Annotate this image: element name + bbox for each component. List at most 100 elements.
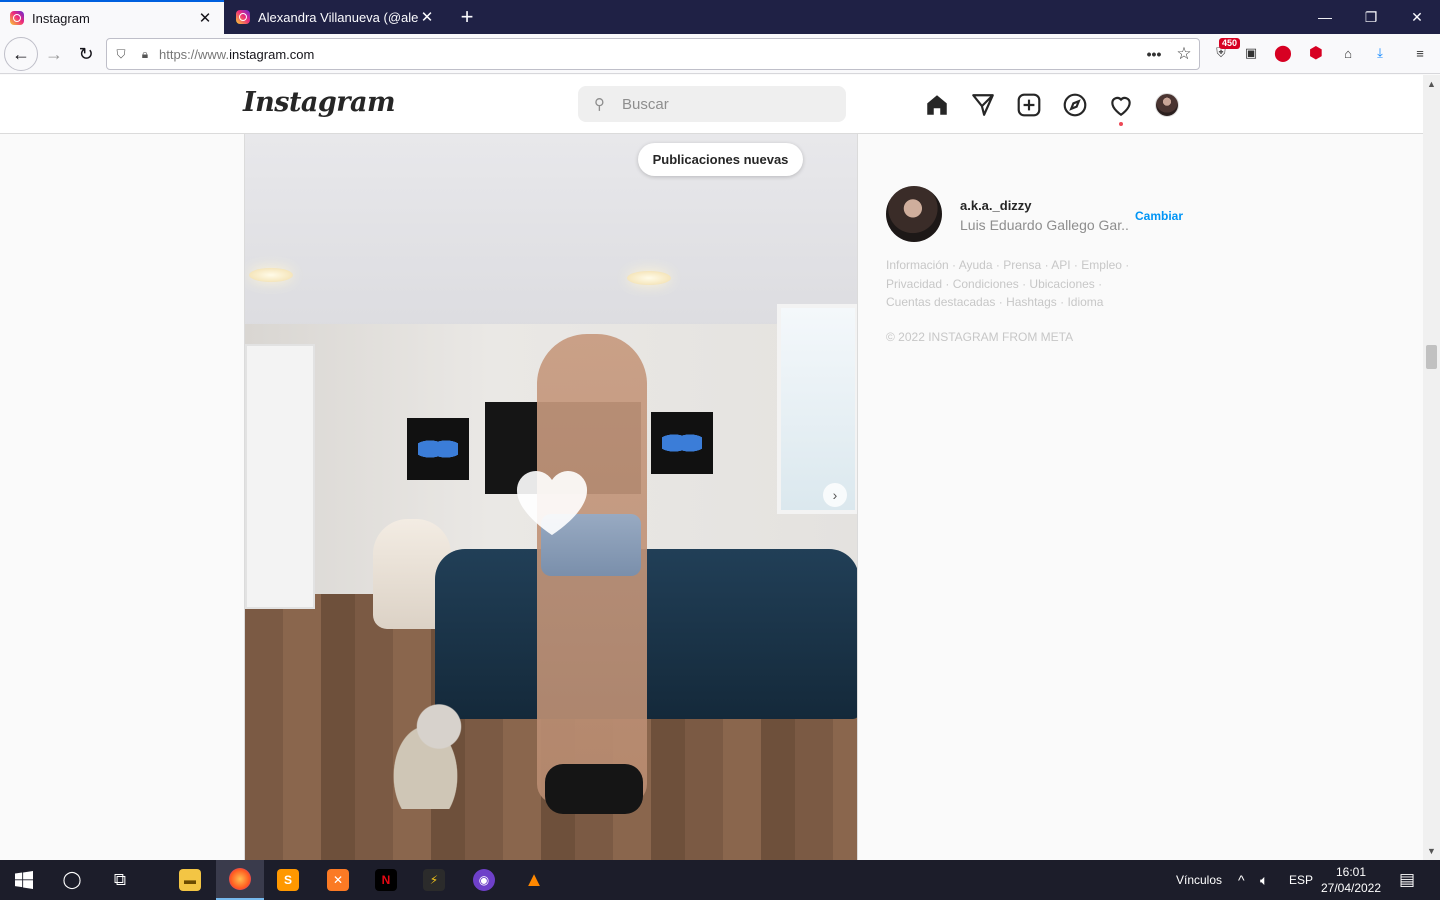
tab-title: Alexandra Villanueva (@alemiz — [258, 9, 418, 25]
switch-account-link[interactable]: Cambiar — [1135, 209, 1183, 223]
tracking-shield-icon[interactable]: ⛉ — [107, 47, 135, 62]
sidebar-profile-picture[interactable] — [886, 186, 942, 242]
instagram-favicon-icon — [236, 10, 250, 24]
lock-icon[interactable]: 🔒︎ — [135, 47, 155, 62]
volume-icon[interactable]: 🔈︎ — [1260, 860, 1268, 900]
activity-heart-icon[interactable] — [1108, 92, 1134, 126]
extension-adblock-counter-icon[interactable]: ⛨ 450 — [1210, 38, 1240, 64]
extension-abp-icon[interactable]: ⬢ — [1305, 42, 1327, 64]
close-window-button[interactable]: ✕ — [1394, 0, 1440, 34]
footer-links: Información · Ayuda · Prensa · API · Emp… — [886, 258, 1130, 309]
instagram-header: Instagram ⚲ Buscar — [0, 75, 1423, 134]
minimize-window-button[interactable]: — — [1302, 0, 1348, 34]
input-language-indicator[interactable]: ESP — [1289, 860, 1313, 900]
new-post-icon[interactable] — [1016, 92, 1042, 118]
links-toolbar-label[interactable]: Vínculos — [1176, 860, 1222, 900]
clock-time: 16:01 — [1335, 865, 1367, 879]
hamburger-menu-icon[interactable]: ≡ — [1409, 42, 1431, 64]
butterfly-frame — [651, 412, 713, 474]
restore-window-button[interactable]: ❐ — [1348, 0, 1394, 34]
reload-button[interactable]: ↻ — [70, 38, 102, 70]
ceiling-lamp — [249, 268, 293, 282]
windows-taskbar: ◯ ⧉ ▬ S ✕ N ⚡ ◉ ▲ Vínculos ^ 🔈︎ ESP 16:0… — [0, 860, 1440, 900]
search-input[interactable]: ⚲ Buscar — [578, 86, 846, 122]
double-tap-like-heart-icon — [510, 461, 594, 539]
scroll-up-arrow-icon[interactable]: ▲ — [1423, 77, 1440, 91]
address-bar[interactable]: ⛉ 🔒︎ https://www.instagram.com ••• ☆ — [106, 38, 1200, 70]
tab-alexandra-profile[interactable]: Alexandra Villanueva (@alemiz ✕ — [226, 0, 446, 34]
copyright-text: © 2022 INSTAGRAM FROM META — [886, 330, 1074, 344]
back-button[interactable]: ← — [4, 37, 38, 71]
home-icon[interactable] — [924, 92, 950, 118]
direct-message-icon[interactable] — [970, 92, 996, 118]
butterfly-frame — [407, 418, 469, 480]
search-icon: ⚲ — [594, 96, 605, 113]
next-slide-chevron-icon[interactable]: › — [823, 483, 847, 507]
tab-instagram[interactable]: Instagram ✕ — [0, 0, 224, 34]
ceiling-lamp — [627, 271, 671, 285]
downloads-icon[interactable]: ⤓ — [1369, 42, 1391, 64]
task-view-icon[interactable]: ⧉ — [96, 860, 144, 900]
windows-start-icon[interactable] — [0, 860, 48, 900]
cortana-search-icon[interactable]: ◯ — [48, 860, 96, 900]
footer-link-hashtags[interactable]: Hashtags — [1006, 295, 1057, 309]
tab-title: Instagram — [32, 10, 90, 26]
browser-navigation-bar: ← → ↻ ⛉ 🔒︎ https://www.instagram.com •••… — [0, 34, 1440, 74]
footer-link-press[interactable]: Prensa — [1003, 258, 1041, 272]
footer-link-terms[interactable]: Condiciones — [953, 277, 1019, 291]
vlc-icon[interactable]: ▲ — [510, 860, 558, 900]
footer-link-help[interactable]: Ayuda — [959, 258, 993, 272]
notification-dot — [1119, 122, 1123, 126]
photo-person-shoes — [545, 764, 643, 814]
page-scrollbar[interactable]: ▲ ▼ — [1423, 75, 1440, 860]
url-host: instagram.com — [229, 46, 315, 62]
footer-link-privacy[interactable]: Privacidad — [886, 277, 942, 291]
photo-door — [245, 344, 315, 609]
new-tab-button[interactable]: + — [454, 4, 480, 30]
close-tab-icon[interactable]: ✕ — [196, 9, 214, 27]
url-scheme: https://www. — [159, 46, 230, 62]
file-explorer-icon[interactable]: ▬ — [166, 860, 214, 900]
butterfly-icon — [662, 428, 702, 458]
post-photo[interactable]: › — [244, 134, 858, 860]
extension-download-helper-icon[interactable]: ▣ — [1240, 42, 1262, 64]
home-icon[interactable]: ⌂ — [1337, 42, 1359, 64]
instagram-favicon-icon — [10, 11, 24, 25]
github-desktop-icon[interactable]: ◉ — [460, 860, 508, 900]
scroll-down-arrow-icon[interactable]: ▼ — [1423, 844, 1440, 858]
photo-dog — [385, 699, 475, 809]
butterfly-icon — [418, 434, 458, 464]
footer-link-info[interactable]: Información — [886, 258, 949, 272]
sidebar-full-name: Luis Eduardo Gallego Gar... — [960, 217, 1128, 233]
close-tab-icon[interactable]: ✕ — [418, 8, 436, 26]
xampp-icon[interactable]: ✕ — [314, 860, 362, 900]
show-hidden-icons-chevron-icon[interactable]: ^ — [1238, 860, 1245, 900]
forward-button[interactable]: → — [38, 38, 70, 70]
browser-tab-strip: Instagram ✕ Alexandra Villanueva (@alemi… — [0, 0, 1440, 34]
scrollbar-thumb[interactable] — [1426, 345, 1437, 369]
footer-link-locations[interactable]: Ubicaciones — [1029, 277, 1094, 291]
page-actions-menu-icon[interactable]: ••• — [1139, 46, 1169, 62]
firefox-taskbar-icon[interactable] — [216, 860, 264, 900]
clock-date: 27/04/2022 — [1320, 881, 1382, 895]
footer-link-api[interactable]: API — [1051, 258, 1070, 272]
taskbar-clock[interactable]: 16:01 27/04/2022 — [1318, 864, 1384, 896]
new-posts-button[interactable]: Publicaciones nuevas — [638, 143, 803, 176]
action-center-icon[interactable]: ▤ — [1384, 860, 1430, 900]
extension-badge: 450 — [1218, 38, 1240, 49]
instagram-logo[interactable]: Instagram — [243, 87, 396, 118]
profile-avatar-button[interactable] — [1155, 93, 1179, 117]
sidebar-username[interactable]: a.k.a._dizzy — [960, 198, 1032, 213]
footer-link-top-accounts[interactable]: Cuentas destacadas — [886, 295, 995, 309]
footer-link-language[interactable]: Idioma — [1067, 295, 1103, 309]
photo-window — [777, 304, 857, 514]
search-placeholder: Buscar — [622, 95, 669, 113]
sublime-text-icon[interactable]: S — [264, 860, 312, 900]
extension-opera-icon[interactable]: ⬤ — [1272, 42, 1294, 64]
bookmark-star-icon[interactable]: ☆ — [1169, 44, 1199, 64]
netflix-icon[interactable]: N — [362, 860, 410, 900]
winamp-icon[interactable]: ⚡ — [410, 860, 458, 900]
url-text[interactable]: https://www.instagram.com — [155, 47, 1139, 62]
explore-icon[interactable] — [1062, 92, 1088, 118]
footer-link-jobs[interactable]: Empleo — [1081, 258, 1122, 272]
